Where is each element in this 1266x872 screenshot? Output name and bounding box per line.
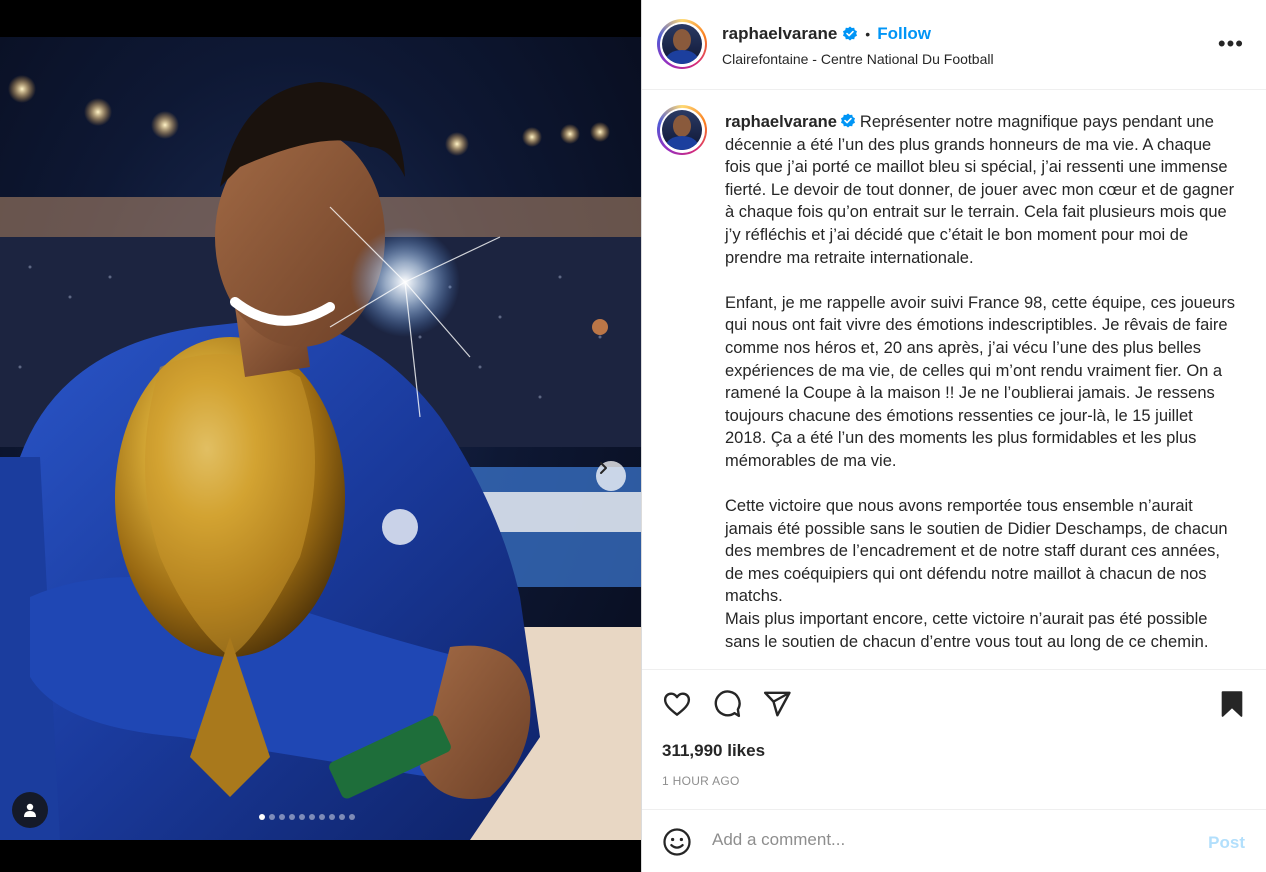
more-options-button[interactable]: ••• xyxy=(1218,33,1244,55)
photo-illustration xyxy=(0,75,641,840)
comment-input[interactable] xyxy=(712,830,1172,850)
save-button[interactable] xyxy=(1217,689,1247,724)
verified-badge-icon xyxy=(840,113,855,128)
post-comment-button[interactable]: Post xyxy=(1208,833,1245,853)
post-actions: 311,990 likes 1 HOUR AGO xyxy=(642,669,1266,809)
carousel-dot xyxy=(259,814,265,820)
verified-badge-icon xyxy=(843,26,858,41)
likes-count[interactable]: 311,990 likes xyxy=(662,741,765,761)
caption-paragraph-2: Enfant, je me rappelle avoir suivi Franc… xyxy=(725,293,1235,470)
username-link[interactable]: raphaelvarane xyxy=(722,24,837,44)
caption-paragraph-1: Représenter notre magnifique pays pendan… xyxy=(725,113,1235,267)
chevron-right-icon xyxy=(600,462,607,474)
caption-paragraph-3: Cette victoire que nous avons remportée … xyxy=(725,497,1228,606)
post-photo[interactable] xyxy=(0,37,641,840)
carousel-dot xyxy=(339,814,345,820)
comment-button[interactable] xyxy=(712,689,742,724)
post-caption: raphaelvarane Représenter notre magnifiqu… xyxy=(725,111,1237,653)
post-header: raphaelvarane • Follow Clairefontaine - … xyxy=(642,0,1266,90)
comment-icon xyxy=(714,690,741,718)
post-timestamp[interactable]: 1 HOUR AGO xyxy=(662,774,740,788)
follow-button[interactable]: Follow xyxy=(877,24,931,44)
carousel-dot xyxy=(329,814,335,820)
location-link[interactable]: Clairefontaine - Centre National Du Foot… xyxy=(722,51,994,67)
carousel-dot xyxy=(279,814,285,820)
bookmark-icon xyxy=(1221,691,1243,717)
carousel-dot xyxy=(309,814,315,820)
emoji-button[interactable] xyxy=(662,827,692,862)
comment-bar: Post xyxy=(642,809,1266,872)
like-button[interactable] xyxy=(662,689,692,724)
carousel-dot xyxy=(319,814,325,820)
separator-dot: • xyxy=(865,26,871,42)
carousel-dot xyxy=(349,814,355,820)
carousel-dot xyxy=(269,814,275,820)
tagged-users-button[interactable] xyxy=(12,792,48,828)
carousel-dot xyxy=(289,814,295,820)
share-button[interactable] xyxy=(762,689,792,724)
caption-area: raphaelvarane Représenter notre magnifiqu… xyxy=(642,91,1266,669)
post-media xyxy=(0,0,641,872)
caption-username[interactable]: raphaelvarane xyxy=(725,113,837,131)
caption-paragraph-4: Mais plus important encore, cette victoi… xyxy=(725,610,1209,651)
post-panel: raphaelvarane • Follow Clairefontaine - … xyxy=(641,0,1266,872)
avatar[interactable] xyxy=(657,19,707,69)
heart-icon xyxy=(663,692,691,716)
emoji-icon xyxy=(663,828,691,856)
carousel-next-button[interactable] xyxy=(596,461,626,491)
carousel-indicator xyxy=(0,814,641,820)
caption-avatar[interactable] xyxy=(657,105,707,155)
carousel-dot xyxy=(299,814,305,820)
send-icon xyxy=(763,691,791,717)
